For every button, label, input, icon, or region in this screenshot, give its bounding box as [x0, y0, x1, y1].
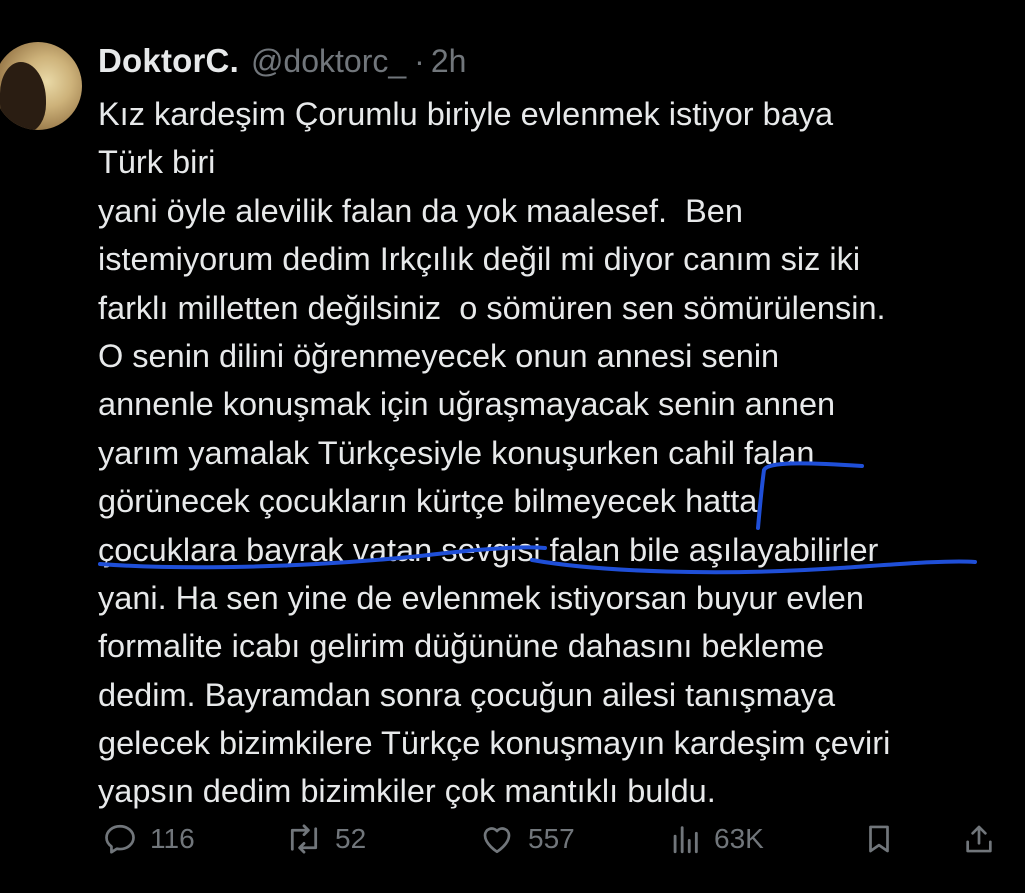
- tweet-header: DoktorC. @doktorc_ · 2h: [98, 42, 466, 88]
- like-count: 557: [528, 823, 575, 854]
- tweet-text: Kız kardeşim Çorumlu biriyle evlenmek is…: [98, 90, 1013, 816]
- display-name[interactable]: DoktorC.: [98, 42, 239, 80]
- separator-dot: ·: [414, 43, 425, 79]
- bookmark-button[interactable]: [862, 812, 896, 866]
- tweet-text-line: annenle konuşmak için uğraşmayacak senin…: [98, 386, 836, 423]
- retweet-button[interactable]: 52: [285, 812, 366, 866]
- user-handle[interactable]: @doktorc_: [251, 43, 406, 80]
- tweet-text-line: istemiyorum dedim Irkçılık değil mi diyo…: [98, 241, 861, 278]
- like-button[interactable]: 557: [478, 812, 575, 866]
- tweet-text-line: dedim. Bayramdan sonra çocuğun ailesi ta…: [98, 676, 836, 713]
- views-count: 63K: [714, 823, 764, 854]
- tweet-text-line: farklı milletten değilsiniz o sömüren se…: [98, 289, 886, 326]
- tweet-text-line: Kız kardeşim Çorumlu biriyle evlenmek is…: [98, 96, 834, 132]
- retweet-count: 52: [335, 823, 367, 854]
- avatar-silhouette: [0, 62, 46, 130]
- retweet-icon: [285, 821, 323, 857]
- reply-button[interactable]: 116: [102, 812, 195, 866]
- tweet[interactable]: DoktorC. @doktorc_ · 2h Kız kardeşim Çor…: [0, 0, 1025, 893]
- tweet-text-line: formalite icabı gelirim düğününe dahasın…: [98, 628, 825, 665]
- tweet-text-line: yani. Ha sen yine de evlenmek istiyorsan…: [98, 579, 864, 616]
- tweet-text-line: yarım yamalak Türkçesiyle konuşurken cah…: [98, 434, 815, 471]
- views-button[interactable]: 63K: [668, 812, 764, 866]
- timestamp[interactable]: 2h: [431, 43, 467, 80]
- share-button[interactable]: [962, 812, 996, 866]
- avatar[interactable]: [0, 42, 82, 130]
- reply-count: 116: [150, 823, 195, 854]
- tweet-text-line: yapsın dedim bizimkiler çok mantıklı bul…: [98, 773, 716, 810]
- action-bar: 116 52 557 63K: [0, 812, 1025, 866]
- bookmark-icon: [862, 821, 896, 857]
- tweet-text-line: çocuklara bayrak vatan sevgisi falan bil…: [98, 531, 879, 568]
- tweet-text-line: O senin dilini öğrenmeyecek onun annesi …: [98, 337, 780, 374]
- heart-icon: [478, 821, 516, 857]
- tweet-text-line: görünecek çocukların kürtçe bilmeyecek h…: [98, 483, 758, 520]
- share-icon: [962, 821, 996, 857]
- reply-icon: [102, 821, 138, 857]
- tweet-text-line: gelecek bizimkilere Türkçe konuşmayın ka…: [98, 725, 891, 762]
- tweet-text-line: Türk biri: [98, 144, 216, 181]
- views-chart-icon: [668, 821, 702, 857]
- tweet-text-line: yani öyle alevilik falan da yok maalesef…: [98, 192, 743, 229]
